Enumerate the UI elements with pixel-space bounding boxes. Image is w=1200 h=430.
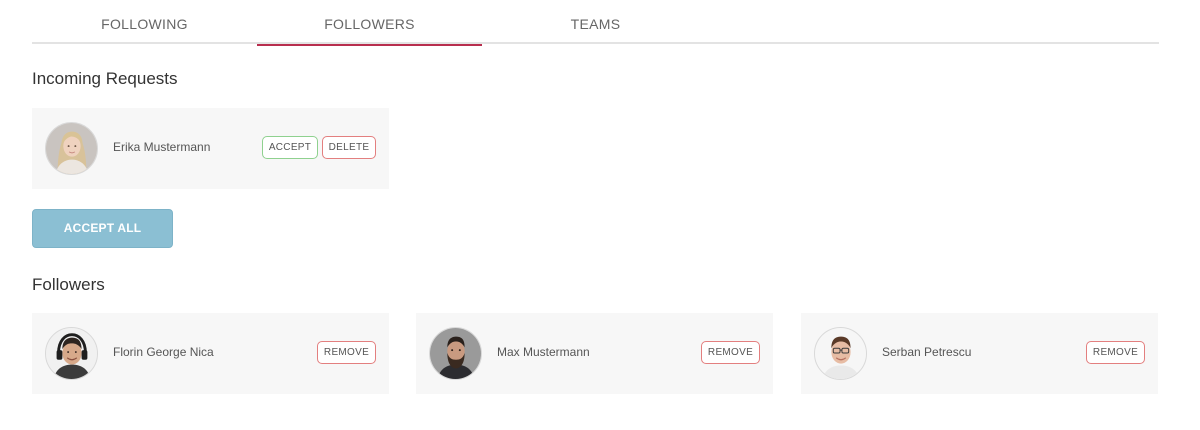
avatar-serban[interactable] [814,327,867,380]
avatar-photo-man-glasses-icon [815,328,866,379]
remove-button[interactable]: REMOVE [1086,341,1145,364]
avatar-photo-man-beard-icon [430,328,481,379]
tab-followers[interactable]: FOLLOWERS [257,0,482,46]
remove-button[interactable]: REMOVE [317,341,376,364]
avatar-florin[interactable] [45,327,98,380]
follower-card: Florin George Nica REMOVE [32,313,389,394]
tab-following[interactable]: FOLLOWING [32,0,257,44]
accept-all-button[interactable]: ACCEPT ALL [32,209,173,248]
avatar-erika[interactable] [45,122,98,175]
page: FOLLOWING FOLLOWERS TEAMS Incoming Reque… [0,0,1200,430]
incoming-requests-heading: Incoming Requests [32,69,178,88]
follower-name: Max Mustermann [497,345,590,359]
tab-teams[interactable]: TEAMS [483,0,708,44]
follower-name: Serban Petrescu [882,345,972,359]
follower-card: Serban Petrescu REMOVE [801,313,1158,394]
delete-button[interactable]: DELETE [322,136,376,159]
remove-button[interactable]: REMOVE [701,341,760,364]
avatar-photo-woman-icon [46,123,97,174]
avatar-photo-man-headset-icon [46,328,97,379]
accept-button[interactable]: ACCEPT [262,136,318,159]
follower-name: Florin George Nica [113,345,214,359]
request-name: Erika Mustermann [113,140,211,154]
tab-bar: FOLLOWING FOLLOWERS TEAMS [32,0,1159,46]
request-card: Erika Mustermann ACCEPT DELETE [32,108,389,189]
follower-card: Max Mustermann REMOVE [416,313,773,394]
avatar-max[interactable] [429,327,482,380]
followers-heading: Followers [32,275,105,294]
